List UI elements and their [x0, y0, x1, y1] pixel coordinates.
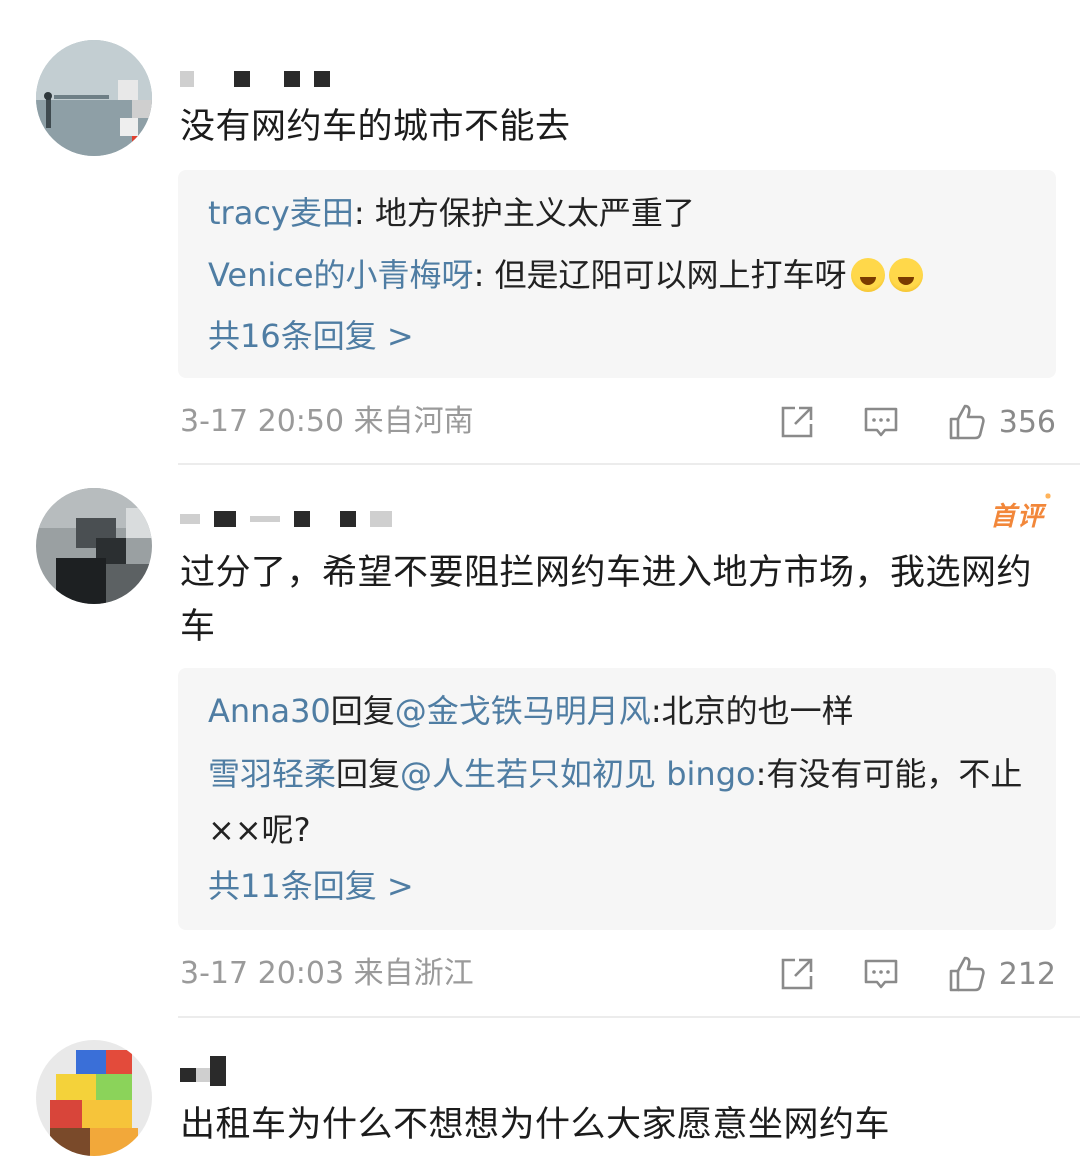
comment-icon [864, 407, 898, 437]
username-mask-block [284, 71, 300, 87]
comment-text: 过分了，希望不要阻拦网约车进入地方市场，我选网约车 [180, 553, 1033, 647]
avatar[interactable] [36, 488, 152, 604]
reply-content: 地方保护主义太严重了 [374, 194, 695, 232]
comment-button[interactable] [863, 956, 899, 992]
share-button[interactable] [779, 404, 815, 440]
username-mask-block [340, 511, 356, 527]
comment-text: 出租车为什么不想想为什么大家愿意坐网约车 [180, 1105, 891, 1145]
comment-actions: 356 [731, 400, 1056, 444]
username-mask-block [370, 511, 392, 527]
username-mask-block [250, 516, 280, 522]
avatar[interactable] [36, 40, 152, 156]
reply-author[interactable]: 雪羽轻柔 [208, 755, 336, 793]
comment-icon [864, 959, 898, 989]
reply-item[interactable]: Venice的小青梅呀: 但是辽阳可以网上打车呀 [208, 250, 1032, 300]
username-mask-block [314, 71, 330, 87]
comment-button[interactable] [863, 404, 899, 440]
username-masked[interactable] [180, 66, 330, 92]
username-masked[interactable] [180, 1056, 226, 1086]
reply-content: :北京的也一样 [650, 692, 854, 730]
username-mask-block [234, 71, 250, 87]
view-all-replies-link[interactable]: 共16条回复 > [208, 314, 414, 358]
laughing-crying-emoji-icon [888, 258, 923, 292]
thumbs-up-icon [949, 956, 985, 992]
reply-author[interactable]: Venice的小青梅呀 [208, 256, 474, 294]
avatar[interactable] [36, 1040, 152, 1156]
divider [178, 1016, 1080, 1018]
like-button[interactable]: 356 [947, 402, 1056, 442]
comment-text: 没有网约车的城市不能去 [180, 107, 571, 147]
username-mask-block [196, 1068, 210, 1082]
like-count: 356 [998, 404, 1056, 440]
reply-item[interactable]: Anna30回复@金戈铁马明月风:北京的也一样 [208, 686, 1032, 736]
reply-preview-box[interactable]: Anna30回复@金戈铁马明月风:北京的也一样 雪羽轻柔回复@人生若只如初见 b… [178, 668, 1056, 930]
like-count: 212 [998, 956, 1056, 992]
first-comment-badge: 首评 [990, 490, 1055, 533]
reply-item[interactable]: tracy麦田: 地方保护主义太严重了 [208, 188, 1032, 238]
avatar-image [36, 488, 152, 604]
comment-meta: 3-17 20:03 来自浙江 [180, 956, 474, 991]
like-button[interactable]: 212 [947, 954, 1056, 994]
share-icon [781, 406, 813, 438]
view-all-replies-link[interactable]: 共11条回复 > [208, 864, 414, 908]
username-mask-block [210, 1056, 226, 1086]
reply-connector: 回复 [336, 755, 401, 793]
laughing-crying-emoji-icon [850, 258, 885, 292]
reply-separator: : [473, 256, 495, 294]
reply-connector: 回复 [330, 692, 395, 730]
username-mask-block [180, 514, 200, 524]
username-mask-block [214, 511, 236, 527]
avatar-image [36, 40, 152, 156]
username-mask-block [294, 511, 310, 527]
share-icon [781, 958, 813, 990]
reply-mention[interactable]: @金戈铁马明月风 [395, 692, 651, 730]
reply-preview-box[interactable]: tracy麦田: 地方保护主义太严重了 Venice的小青梅呀: 但是辽阳可以网… [178, 170, 1056, 378]
username-masked[interactable] [180, 506, 392, 532]
divider [178, 463, 1080, 465]
comment-meta: 3-17 20:50 来自河南 [180, 404, 474, 439]
reply-author[interactable]: Anna30 [208, 692, 331, 730]
reply-content: 但是辽阳可以网上打车呀 [494, 256, 847, 294]
comment-actions: 212 [731, 952, 1056, 996]
reply-author[interactable]: tracy麦田 [208, 194, 354, 232]
comment-item: 没有网约车的城市不能去 tracy麦田: 地方保护主义太严重了 Venice的小… [0, 0, 1080, 465]
reply-item[interactable]: 雪羽轻柔回复@人生若只如初见 bingo:有没有可能，不止××呢? [208, 746, 1032, 858]
username-mask-block [180, 1068, 196, 1082]
avatar-image [36, 1040, 152, 1156]
share-button[interactable] [779, 956, 815, 992]
reply-mention[interactable]: @人生若只如初见 bingo [400, 755, 756, 793]
username-mask-block [180, 71, 194, 87]
reply-separator: : [353, 194, 375, 232]
thumbs-up-icon [949, 404, 985, 440]
